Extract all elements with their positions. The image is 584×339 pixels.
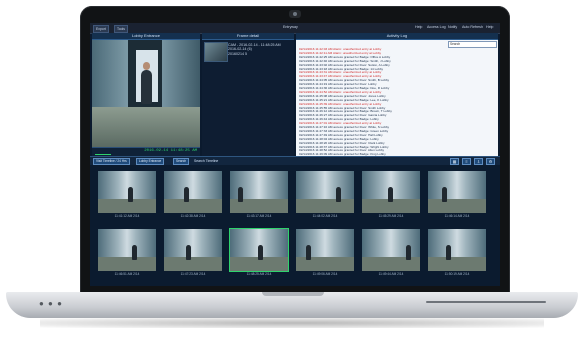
thumbnail-image [229, 228, 289, 272]
activity-log: Search 02/14/2016 11:42:03 AM Alarm: una… [296, 40, 498, 156]
speaker-dots: ● ● ● [39, 299, 63, 308]
help-link[interactable]: Help [415, 25, 422, 29]
thumbnail-floor [164, 257, 222, 271]
thumbnail-caption: 11:48:25 AM 2/14 [246, 272, 272, 276]
thumbnail-tile[interactable]: 11:41:12 AM 2/14 [98, 171, 156, 219]
access-log-link[interactable]: Access Log [427, 25, 446, 29]
thumbnail-tile[interactable]: 11:46:14 AM 2/14 [428, 171, 486, 219]
thumbnail-caption: 11:49:44 AM 2/14 [378, 272, 404, 276]
thumbnail-caption: 11:44:02 AM 2/14 [312, 214, 338, 218]
laptop-shadow [40, 318, 544, 328]
settings-icon[interactable]: ⚙ [486, 158, 495, 165]
detail-panel-title: Frame detail [202, 33, 294, 40]
thumbnail-tile[interactable]: 11:49:06 AM 2/14 [296, 229, 354, 277]
thumbnail-image [296, 229, 354, 271]
thumbnail-caption: 11:42:38 AM 2/14 [180, 214, 206, 218]
detail-thumbnail[interactable] [204, 42, 228, 62]
log-search-input[interactable]: Search [448, 41, 497, 48]
thumbnail-floor [428, 257, 486, 271]
webcam-icon [289, 10, 301, 18]
thumbnail-image [98, 171, 156, 213]
thumbnail-person [336, 187, 341, 202]
thumbnail-image [296, 171, 354, 213]
webcam-lens [293, 12, 297, 16]
tools-button[interactable]: Tools [114, 25, 128, 33]
app-title: Entryway [283, 25, 298, 29]
thumbnail-tile[interactable]: 11:43:17 AM 2/14 [230, 171, 288, 219]
thumbnail-person [446, 245, 451, 260]
video-panel-title: Lobby Entrance [92, 33, 200, 40]
help-link-2[interactable]: Help [486, 25, 493, 29]
thumbnail-tile[interactable]: 11:44:02 AM 2/14 [296, 171, 354, 219]
video-player[interactable] [92, 40, 200, 147]
video-timestamp: 2016-02-14 11:48:25 AM [144, 149, 197, 153]
thumbnail-tile[interactable]: 11:42:38 AM 2/14 [164, 171, 222, 219]
thumbnail-image [362, 229, 420, 271]
export-button[interactable]: Export [93, 25, 109, 33]
thumbnail-image [98, 229, 156, 271]
thumbnail-person [184, 187, 189, 202]
person-head [143, 62, 150, 70]
screen: Export Tools Entryway Help Access Log No… [90, 23, 500, 286]
thumbnail-person [128, 187, 133, 202]
hallway-floor [92, 107, 200, 147]
thumbnail-floor [98, 257, 156, 271]
thumbnail-person [258, 245, 263, 260]
search-button[interactable]: Search [173, 158, 190, 165]
thumbnail-person [186, 245, 191, 260]
thumbnail-image [428, 229, 486, 271]
thumbnail-caption: 11:45:29 AM 2/14 [378, 214, 404, 218]
thumbnail-caption: 11:46:14 AM 2/14 [444, 214, 470, 218]
thumbnail-floor [296, 257, 354, 271]
laptop-base: ● ● ● [6, 292, 578, 318]
notify-link[interactable]: Notify [448, 25, 457, 29]
base-slot [426, 301, 546, 303]
thumbnail-tile[interactable]: 11:49:44 AM 2/14 [362, 229, 420, 277]
thumbnail-floor [296, 199, 354, 213]
thumbnail-person [306, 245, 311, 260]
export-icon[interactable]: ⇩ [474, 158, 483, 165]
thumbnail-person [238, 187, 243, 202]
person-figure [141, 70, 152, 104]
thumbnail-person [442, 187, 447, 202]
base-notch [262, 292, 324, 296]
visit-timeline-button[interactable]: Visit Timeline / 24 Hrs [93, 158, 130, 165]
thumbnail-floor [98, 199, 156, 213]
frame-detail-panel: CAM - 2016-02-14 - 11:48:25 AM 2016-02-1… [202, 40, 294, 156]
log-panel-title: Activity Log [296, 33, 498, 40]
thumbnail-grid: 11:41:12 AM 2/14 11:42:38 AM 2/14 11:43:17… [90, 165, 500, 286]
thumbnail-floor [362, 257, 420, 271]
search-timeline-label: Search Timeline [194, 158, 219, 163]
thumbnail-person [388, 187, 393, 202]
thumbnail-image [164, 229, 222, 271]
thumbnail-image [428, 171, 486, 213]
grid-view-icon[interactable]: ▦ [450, 158, 459, 165]
camera-select-button[interactable]: Lobby Entrance [136, 158, 165, 165]
thumbnail-floor [428, 199, 486, 213]
thumbnail-person [406, 245, 411, 260]
detail-line: 20160214 5 [228, 51, 247, 56]
thumbnail-caption: 11:49:06 AM 2/14 [312, 272, 338, 276]
thumbnail-caption: 11:41:12 AM 2/14 [114, 214, 140, 218]
thumbnail-caption: 11:47:23 AM 2/14 [180, 272, 206, 276]
thumbnail-image [230, 171, 288, 213]
thumbnail-tile[interactable]: 11:45:29 AM 2/14 [362, 171, 420, 219]
thumbnail-person [132, 245, 137, 260]
thumbnail-tile[interactable]: 11:50:19 AM 2/14 [428, 229, 486, 277]
thumbnail-caption: 11:46:51 AM 2/14 [114, 272, 140, 276]
list-view-icon[interactable]: ≡ [462, 158, 471, 165]
thumbnail-tile[interactable]: 11:46:51 AM 2/14 [98, 229, 156, 277]
thumbnail-image [164, 171, 222, 213]
thumbnail-floor [164, 199, 222, 213]
auto-refresh-toggle[interactable]: Auto Refresh [462, 25, 483, 29]
thumbnail-image [362, 171, 420, 213]
thumbnail-caption: 11:50:19 AM 2/14 [444, 272, 470, 276]
thumbnail-caption: 11:43:17 AM 2/14 [246, 214, 272, 218]
thumbnail-tile[interactable]: 11:48:25 AM 2/14 [229, 228, 289, 277]
playback-progress[interactable] [95, 154, 111, 155]
thumbnail-tile[interactable]: 11:47:23 AM 2/14 [164, 229, 222, 277]
detail-info: CAM - 2016-02-14 - 11:48:25 AM 2016-02-1… [228, 43, 281, 56]
